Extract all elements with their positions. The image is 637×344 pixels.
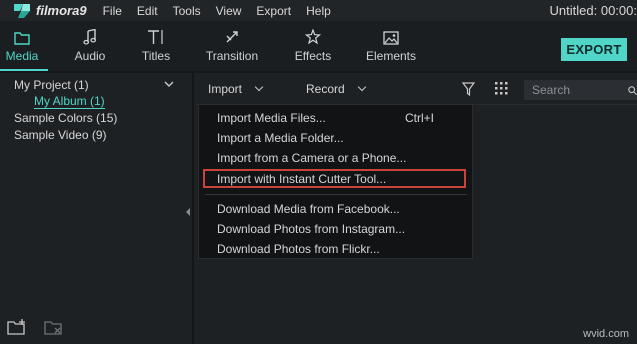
record-label: Record: [306, 82, 345, 96]
import-label: Import: [208, 82, 243, 96]
media-library-sidebar: My Project (1) My Album (1) Sample Color…: [0, 73, 194, 344]
tab-titles[interactable]: Titles: [126, 21, 186, 71]
menu-file[interactable]: File: [103, 4, 122, 18]
menu-item-import-from-camera[interactable]: Import from a Camera or a Phone...: [217, 151, 406, 165]
tab-transition[interactable]: Transition: [202, 21, 262, 71]
grid-view-icon[interactable]: [495, 82, 508, 95]
tab-elements-label: Elements: [365, 49, 417, 63]
transition-icon: [202, 21, 262, 45]
tab-effects-label: Effects: [294, 49, 332, 63]
menu-export[interactable]: Export: [256, 4, 291, 18]
import-dropdown-menu: Import Media Files... Ctrl+I Import a Me…: [198, 104, 473, 259]
search-box: [524, 80, 637, 100]
tab-media[interactable]: Media: [0, 21, 52, 71]
tree-item-sample-colors[interactable]: Sample Colors (15): [14, 111, 117, 125]
watermark-text: wvid.com: [583, 328, 629, 340]
module-tab-bar: Media Audio Titles Transition Effects El…: [0, 21, 637, 71]
export-button[interactable]: EXPORT: [561, 38, 627, 61]
menu-item-import-instant-cutter[interactable]: Import with Instant Cutter Tool...: [217, 172, 386, 186]
tab-transition-label: Transition: [205, 49, 259, 63]
image-icon: [361, 21, 421, 45]
text-icon: [126, 21, 186, 45]
menu-item-import-media-folder[interactable]: Import a Media Folder...: [217, 131, 344, 145]
collapse-panel-icon[interactable]: [186, 208, 190, 216]
tree-item-my-project[interactable]: My Project (1): [14, 78, 89, 92]
search-icon[interactable]: [628, 85, 637, 96]
menu-separator: [205, 194, 467, 195]
effects-icon: [283, 21, 343, 45]
menu-tools[interactable]: Tools: [173, 4, 201, 18]
tab-media-label: Media: [5, 49, 39, 63]
menu-item-download-instagram[interactable]: Download Photos from Instagram...: [217, 222, 405, 236]
import-button[interactable]: Import: [208, 82, 264, 96]
tree-item-sample-video[interactable]: Sample Video (9): [14, 128, 107, 142]
app-logo: filmora9: [14, 3, 87, 18]
chevron-down-icon: [254, 82, 264, 92]
delete-folder-icon[interactable]: [44, 318, 64, 336]
search-input[interactable]: [532, 83, 622, 97]
new-folder-icon[interactable]: [7, 318, 27, 336]
tab-audio-label: Audio: [74, 49, 106, 63]
window-title: Untitled: 00:00:: [549, 3, 637, 18]
media-toolbar: Import Record: [196, 73, 637, 105]
menu-edit[interactable]: Edit: [137, 4, 158, 18]
menu-view[interactable]: View: [216, 4, 242, 18]
tab-audio[interactable]: Audio: [60, 21, 120, 71]
chevron-down-icon[interactable]: [164, 81, 174, 88]
menu-item-download-flickr[interactable]: Download Photos from Flickr...: [217, 242, 380, 256]
tree-item-my-album[interactable]: My Album (1): [34, 94, 105, 109]
folder-icon: [0, 21, 52, 45]
tab-elements[interactable]: Elements: [361, 21, 421, 71]
menu-bar: filmora9 File Edit Tools View Export Hel…: [0, 0, 637, 21]
menu-item-import-media-files[interactable]: Import Media Files...: [217, 111, 326, 125]
menu-item-download-facebook[interactable]: Download Media from Facebook...: [217, 202, 400, 216]
tab-effects[interactable]: Effects: [283, 21, 343, 71]
filmora-logo-icon: [14, 3, 30, 18]
filter-icon[interactable]: [462, 82, 475, 96]
shortcut-label: Ctrl+I: [405, 111, 435, 125]
chevron-down-icon: [357, 82, 366, 92]
menu-help[interactable]: Help: [306, 4, 331, 18]
tab-titles-label: Titles: [141, 49, 171, 63]
logo-text: filmora9: [36, 3, 87, 18]
music-note-icon: [60, 21, 120, 45]
record-button[interactable]: Record: [306, 82, 366, 96]
